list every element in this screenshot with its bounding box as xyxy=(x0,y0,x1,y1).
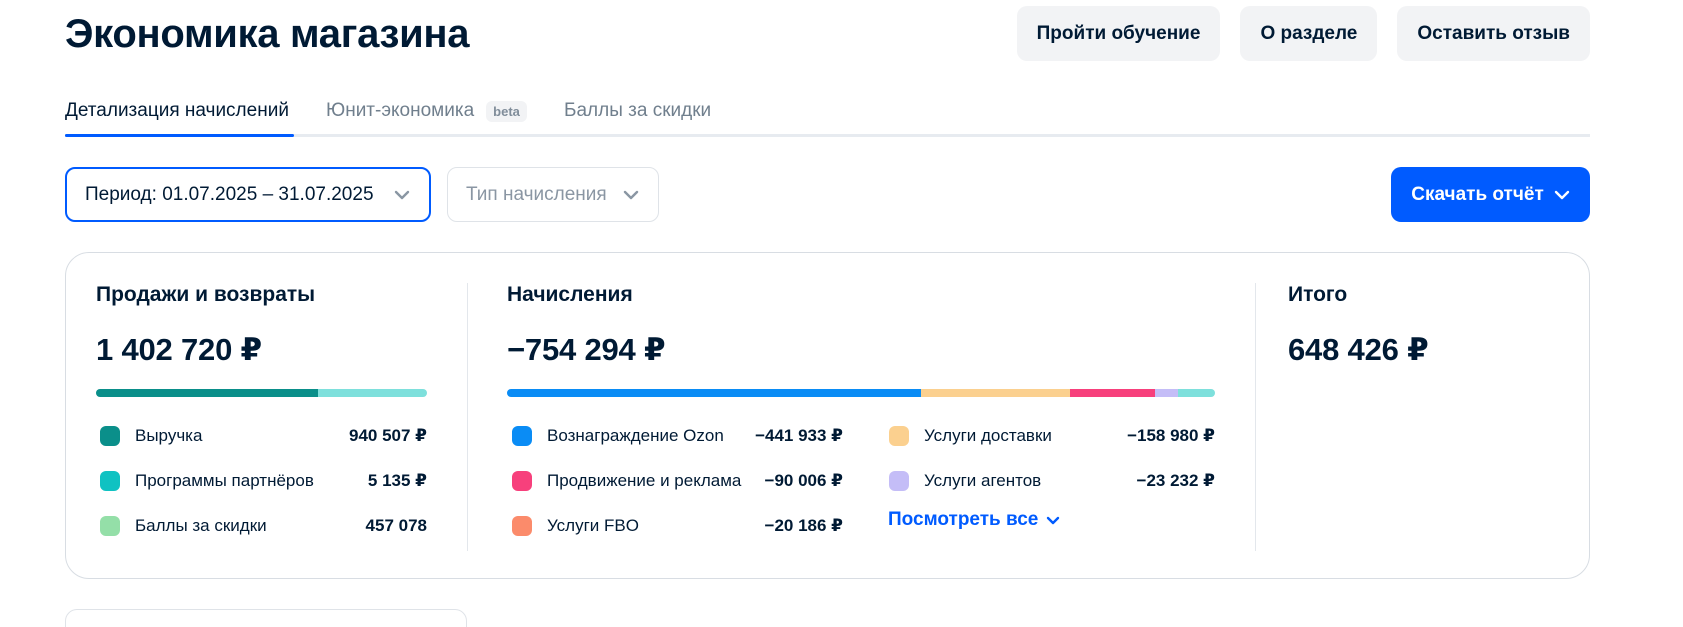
legend-value: 457 078 xyxy=(365,516,427,535)
legend-value: −20 186 ₽ xyxy=(764,516,843,535)
legend-value: 5 135 ₽ xyxy=(367,471,427,490)
legend-value: 940 507 ₽ xyxy=(348,426,427,445)
see-all-link[interactable]: Посмотреть все xyxy=(888,509,1060,531)
legend-label: Услуги FBO xyxy=(547,516,639,535)
tab-label: Детализация начислений xyxy=(65,100,289,121)
legend-value: −158 980 ₽ xyxy=(1127,426,1215,445)
sales-section: Продажи и возвраты 1 402 720 ₽ xyxy=(96,283,427,370)
legend-item-discount-points: Баллы за скидки 457 078 xyxy=(100,512,427,540)
legend-label: Вознаграждение Ozon xyxy=(547,426,724,445)
charges-amount: −754 294 ₽ xyxy=(507,332,666,367)
tab-unit-economics[interactable]: Юнит-экономика beta xyxy=(326,96,527,126)
bar-segment xyxy=(507,389,922,397)
tab-label: Юнит-экономика xyxy=(326,100,475,121)
tab-bar: Детализация начислений Юнит-экономика be… xyxy=(65,88,1590,137)
legend-label: Услуги агентов xyxy=(924,471,1042,490)
legend-color xyxy=(889,471,909,491)
legend-color xyxy=(100,516,120,536)
sales-title: Продажи и возвраты xyxy=(96,283,316,306)
chevron-down-icon xyxy=(393,186,411,204)
sales-bar xyxy=(96,389,427,397)
tutorial-button[interactable]: Пройти обучение xyxy=(1016,6,1221,61)
legend-label: Выручка xyxy=(135,426,203,445)
period-select[interactable]: Период: 01.07.2025 – 31.07.2025 xyxy=(65,167,431,222)
period-value: Период: 01.07.2025 – 31.07.2025 xyxy=(85,183,374,205)
bottom-panel xyxy=(65,609,467,627)
legend-value: −441 933 ₽ xyxy=(755,426,843,445)
legend-color xyxy=(100,426,120,446)
feedback-button[interactable]: Оставить отзыв xyxy=(1397,6,1590,61)
legend-color xyxy=(512,471,532,491)
legend-color xyxy=(512,426,532,446)
legend-item-fbo-services: Услуги FBO −20 186 ₽ xyxy=(512,512,843,540)
total-title: Итого xyxy=(1288,283,1348,306)
active-tab-indicator xyxy=(65,134,294,137)
legend-label: Услуги доставки xyxy=(924,426,1052,445)
legend-item-delivery: Услуги доставки −158 980 ₽ xyxy=(889,422,1215,450)
bar-segment xyxy=(96,389,318,397)
see-all-label: Посмотреть все xyxy=(888,509,1039,530)
chevron-down-icon xyxy=(1554,190,1569,199)
legend-label: Баллы за скидки xyxy=(135,516,267,535)
header-buttons: Пройти обучение О разделе Оставить отзыв xyxy=(1016,6,1590,61)
legend-item-partner-programs: Программы партнёров 5 135 ₽ xyxy=(100,467,427,495)
bar-segment xyxy=(1069,389,1155,397)
legend-value: −90 006 ₽ xyxy=(764,471,843,490)
legend-color xyxy=(100,471,120,491)
bar-segment xyxy=(317,389,427,397)
page-title: Экономика магазина xyxy=(65,12,470,56)
legend-label: Продвижение и реклама xyxy=(547,471,742,490)
bar-segment xyxy=(1154,389,1179,397)
legend-item-promotion: Продвижение и реклама −90 006 ₽ xyxy=(512,467,843,495)
tab-accruals-details[interactable]: Детализация начислений xyxy=(65,96,289,126)
bar-segment xyxy=(1178,389,1215,397)
header: Экономика магазина Пройти обучение О раз… xyxy=(65,4,1590,62)
bar-segment xyxy=(921,389,1070,397)
legend-color xyxy=(889,426,909,446)
legend-value: −23 232 ₽ xyxy=(1136,471,1215,490)
total-section: Итого 648 426 ₽ xyxy=(1288,283,1558,370)
sales-amount: 1 402 720 ₽ xyxy=(96,332,262,367)
page: Экономика магазина Пройти обучение О раз… xyxy=(0,0,1683,627)
section-divider xyxy=(467,283,468,551)
chevron-down-icon xyxy=(622,186,640,204)
download-report-button[interactable]: Скачать отчёт xyxy=(1391,167,1590,222)
charges-section: Начисления −754 294 ₽ xyxy=(507,283,1215,370)
legend-item-agents: Услуги агентов −23 232 ₽ xyxy=(889,467,1215,495)
charges-title: Начисления xyxy=(507,283,633,306)
chevron-down-icon xyxy=(1047,516,1060,524)
legend-item-ozon-fee: Вознаграждение Ozon −441 933 ₽ xyxy=(512,422,843,450)
tab-discount-points[interactable]: Баллы за скидки xyxy=(564,96,711,126)
accrual-type-placeholder: Тип начисления xyxy=(466,183,607,205)
about-button[interactable]: О разделе xyxy=(1240,6,1378,61)
legend-color xyxy=(512,516,532,536)
tab-label: Баллы за скидки xyxy=(564,100,712,121)
section-divider xyxy=(1255,283,1256,551)
legend-item-revenue: Выручка 940 507 ₽ xyxy=(100,422,427,450)
download-report-label: Скачать отчёт xyxy=(1411,183,1544,205)
summary-card: Продажи и возвраты 1 402 720 ₽ Выручка 9… xyxy=(65,252,1590,579)
accrual-type-select[interactable]: Тип начисления xyxy=(447,167,659,222)
total-amount: 648 426 ₽ xyxy=(1288,332,1429,367)
beta-badge: beta xyxy=(486,100,527,122)
charges-bar xyxy=(507,389,1215,397)
legend-label: Программы партнёров xyxy=(135,471,314,490)
